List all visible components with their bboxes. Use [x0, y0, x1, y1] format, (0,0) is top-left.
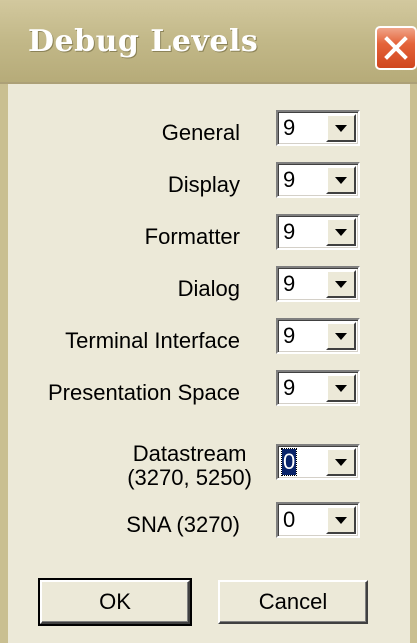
window-frame-right: [410, 84, 417, 643]
datastream-dropdown-button[interactable]: [326, 448, 356, 476]
debug-levels-dialog: Debug Levels General 9 Display 9 Formatt…: [0, 0, 417, 643]
datastream-label-line2: (3270, 5250): [127, 465, 252, 490]
dialog-level-value: 9: [283, 271, 296, 296]
dialog-body: General 9 Display 9 Formatter 9 Dialog 9: [8, 84, 410, 643]
terminal-interface-label: Terminal Interface: [65, 328, 240, 353]
sna-level-value: 0: [283, 507, 296, 532]
sna-level-select[interactable]: 0: [276, 502, 360, 538]
chevron-down-icon: [335, 517, 347, 524]
presentation-space-level-select[interactable]: 9: [276, 370, 360, 406]
general-dropdown-button[interactable]: [326, 114, 356, 142]
chevron-down-icon: [335, 125, 347, 132]
ok-button[interactable]: OK: [38, 578, 192, 626]
general-level-value: 9: [283, 115, 296, 140]
cancel-button[interactable]: Cancel: [218, 580, 368, 624]
sna-label: SNA (3270): [126, 512, 240, 537]
datastream-label: Datastream (3270, 5250): [127, 442, 252, 490]
formatter-level-value: 9: [283, 219, 296, 244]
terminal-interface-level-select[interactable]: 9: [276, 318, 360, 354]
general-level-select[interactable]: 9: [276, 110, 360, 146]
formatter-label: Formatter: [144, 224, 240, 249]
display-dropdown-button[interactable]: [326, 166, 356, 194]
chevron-down-icon: [335, 281, 347, 288]
display-level-select[interactable]: 9: [276, 162, 360, 198]
display-label: Display: [167, 172, 240, 197]
terminal-interface-level-value: 9: [283, 323, 296, 348]
sna-dropdown-button[interactable]: [326, 506, 356, 534]
title-bar[interactable]: Debug Levels: [0, 0, 417, 84]
chevron-down-icon: [335, 459, 347, 466]
window-frame-left: [0, 84, 8, 643]
terminal-interface-dropdown-button[interactable]: [326, 322, 356, 350]
general-label: General: [161, 120, 240, 145]
chevron-down-icon: [335, 333, 347, 340]
datastream-level-select[interactable]: 0: [276, 444, 360, 480]
chevron-down-icon: [335, 229, 347, 236]
formatter-dropdown-button[interactable]: [326, 218, 356, 246]
chevron-down-icon: [335, 385, 347, 392]
datastream-label-line1: Datastream: [132, 441, 247, 466]
presentation-space-dropdown-button[interactable]: [326, 374, 356, 402]
dialog-dropdown-button[interactable]: [326, 270, 356, 298]
dialog-level-select[interactable]: 9: [276, 266, 360, 302]
chevron-down-icon: [335, 177, 347, 184]
formatter-level-select[interactable]: 9: [276, 214, 360, 250]
dialog-label: Dialog: [177, 276, 240, 301]
presentation-space-label: Presentation Space: [47, 380, 240, 405]
datastream-level-value: 0: [280, 448, 298, 476]
window-title: Debug Levels: [28, 24, 259, 59]
display-level-value: 9: [283, 167, 296, 192]
close-button[interactable]: [375, 26, 417, 70]
close-icon: [384, 36, 408, 60]
presentation-space-level-value: 9: [283, 375, 296, 400]
